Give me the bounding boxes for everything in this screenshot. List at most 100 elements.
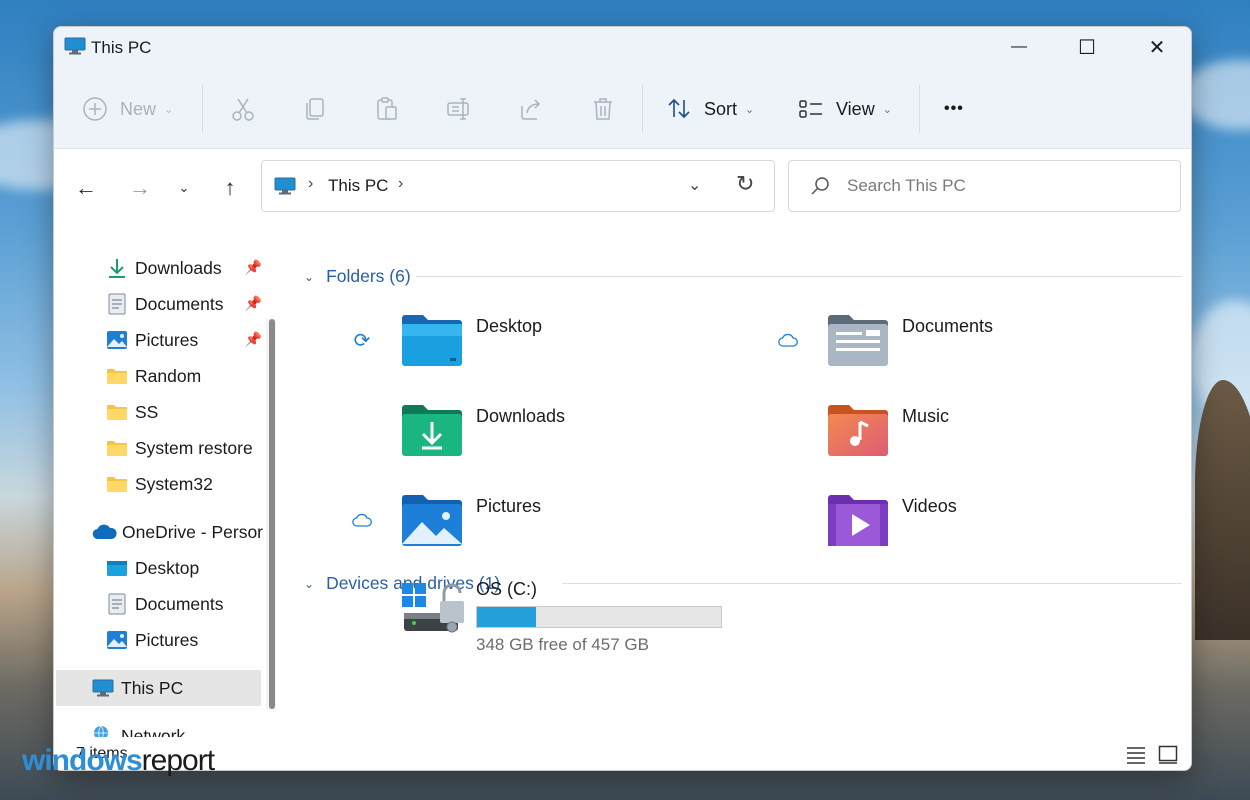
search-input[interactable] — [847, 176, 1147, 196]
sidebar-item-pictures[interactable]: Pictures 📌 — [54, 322, 262, 358]
pin-icon[interactable]: 📌 — [245, 259, 262, 276]
share-icon — [521, 99, 541, 120]
refresh-icon[interactable]: ↻ — [736, 171, 754, 197]
folder-icon — [106, 473, 128, 495]
onedrive-cloud-icon — [92, 521, 118, 543]
copy-icon — [306, 98, 324, 120]
minimize-button[interactable]: — — [984, 27, 1054, 67]
monitor-icon — [64, 37, 86, 55]
folder-icon — [106, 365, 128, 387]
search-box[interactable] — [788, 160, 1181, 212]
sidebar-item-ss[interactable]: SS — [54, 394, 262, 430]
folder-icon — [106, 437, 128, 459]
monitor-icon — [92, 677, 114, 699]
cut-button[interactable] — [230, 89, 256, 129]
breadcrumb-separator[interactable]: › — [308, 175, 313, 193]
window-title: This PC — [91, 38, 152, 57]
back-button[interactable]: ← — [72, 174, 100, 202]
sort-button[interactable]: Sort ⌄ — [666, 89, 754, 129]
address-history-chevron-icon[interactable]: ⌄ — [688, 175, 701, 195]
navigation-pane: Downloads 📌 Documents 📌 Pictures 📌 Rando… — [54, 222, 290, 746]
forward-button[interactable]: → — [126, 174, 154, 202]
folders-group-header[interactable]: ⌄ Folders (6) — [304, 266, 411, 287]
address-bar[interactable]: › This PC › ⌄ ↻ — [261, 160, 775, 212]
arrow-up-icon: ↑ — [224, 175, 236, 200]
drive-tile-os-c[interactable]: OS (C:) 348 GB free of 457 GB — [400, 577, 760, 667]
sidebar-item-onedrive-desktop[interactable]: Desktop — [54, 550, 262, 586]
sidebar-item-downloads[interactable]: Downloads 📌 — [54, 250, 262, 286]
more-options-button[interactable]: ••• — [944, 89, 964, 129]
large-icons-view-icon[interactable] — [1158, 745, 1178, 764]
arrow-left-icon: ← — [75, 175, 97, 200]
up-button[interactable]: ↑ — [216, 174, 244, 202]
sidebar-scrollbar-thumb[interactable] — [269, 319, 275, 709]
title-bar: This PC — ☐ ✕ — [54, 27, 1191, 67]
close-button[interactable]: ✕ — [1122, 27, 1191, 67]
sidebar-item-system-restore[interactable]: System restore — [54, 430, 262, 466]
new-button[interactable]: New ⌄ — [82, 89, 173, 129]
scissors-icon — [232, 98, 254, 121]
folder-tile-downloads[interactable]: Downloads — [350, 402, 770, 482]
document-icon — [106, 593, 128, 615]
folder-icon — [106, 401, 128, 423]
trash-icon — [594, 98, 612, 120]
breadcrumb-this-pc[interactable]: This PC — [328, 176, 388, 196]
group-divider — [416, 276, 1182, 277]
picture-icon — [106, 329, 128, 351]
paste-button[interactable] — [374, 89, 400, 129]
windowsreport-watermark: windowsreport — [22, 744, 215, 777]
drive-usage-fill — [477, 607, 536, 627]
chevron-down-icon: ⌄ — [882, 103, 892, 116]
search-icon — [811, 177, 829, 195]
sidebar-item-random[interactable]: Random — [54, 358, 262, 394]
chevron-down-icon: ⌄ — [164, 103, 174, 116]
sidebar-item-documents[interactable]: Documents 📌 — [54, 286, 262, 322]
details-view-icon[interactable] — [1126, 746, 1146, 764]
arrow-right-icon: → — [129, 175, 151, 200]
rename-button[interactable] — [446, 89, 472, 129]
sort-arrows-icon — [668, 98, 690, 119]
sync-icon: ⟳ — [353, 329, 371, 352]
plus-circle-icon — [83, 97, 107, 121]
share-button[interactable] — [518, 89, 544, 129]
content-pane: ⌄ Folders (6) ⟳ Desktop Documents Downlo… — [290, 222, 1191, 737]
sidebar-item-onedrive-documents[interactable]: Documents — [54, 586, 262, 622]
documents-folder-icon — [828, 315, 888, 366]
command-bar: New ⌄ Sort ⌄ View ⌄ ••• — [54, 67, 1191, 149]
view-list-icon — [799, 100, 822, 118]
maximize-button[interactable]: ☐ — [1052, 27, 1122, 67]
clipboard-icon — [377, 97, 397, 120]
chevron-down-icon: ⌄ — [745, 103, 755, 116]
status-bar: 7 items — [54, 737, 1191, 770]
background-rock — [1195, 380, 1250, 640]
delete-button[interactable] — [590, 89, 616, 129]
chevron-down-icon: ⌄ — [304, 269, 315, 284]
downloads-folder-icon — [402, 405, 462, 456]
pin-icon[interactable]: 📌 — [245, 331, 262, 348]
music-folder-icon — [828, 405, 888, 456]
file-explorer-window: This PC — ☐ ✕ New ⌄ Sort ⌄ View ⌄ ••• ← … — [53, 26, 1192, 771]
document-icon — [106, 293, 128, 315]
navigation-bar: ← → ⌄ ↑ › This PC › ⌄ ↻ — [54, 150, 1191, 222]
monitor-icon — [274, 177, 296, 195]
recent-locations-button[interactable]: ⌄ — [170, 174, 198, 202]
folder-tile-music[interactable]: Music — [776, 402, 1191, 482]
pictures-folder-icon — [402, 495, 462, 546]
copy-button[interactable] — [302, 89, 328, 129]
pin-icon[interactable]: 📌 — [245, 295, 262, 312]
drive-usage-bar — [476, 606, 722, 628]
folder-tile-documents[interactable]: Documents — [776, 312, 1191, 392]
desktop-folder-icon — [106, 557, 128, 579]
sidebar-item-this-pc[interactable]: This PC — [56, 670, 261, 706]
breadcrumb-separator[interactable]: › — [398, 175, 403, 193]
rename-icon — [447, 98, 469, 120]
sidebar-item-onedrive-pictures[interactable]: Pictures — [54, 622, 262, 658]
sidebar-item-system32[interactable]: System32 — [54, 466, 262, 502]
locked-drive-icon — [402, 583, 464, 633]
folder-tile-desktop[interactable]: ⟳ Desktop — [350, 312, 770, 392]
sidebar-item-onedrive[interactable]: OneDrive - Persor — [54, 514, 264, 550]
folder-tile-pictures[interactable]: Pictures — [350, 492, 770, 572]
folder-tile-videos[interactable]: Videos — [776, 492, 1191, 572]
view-button[interactable]: View ⌄ — [798, 89, 892, 129]
videos-folder-icon — [828, 495, 888, 546]
